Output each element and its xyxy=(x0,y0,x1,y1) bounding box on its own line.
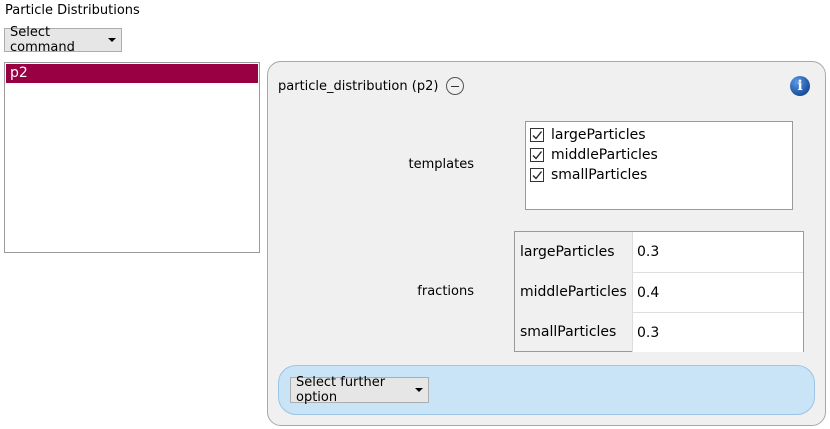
list-item[interactable]: p2 xyxy=(6,64,258,83)
select-command-label: Select command xyxy=(10,25,75,55)
fractions-label: fractions xyxy=(417,284,474,299)
detail-title: particle_distribution (p2) xyxy=(278,78,439,94)
checkbox-checked-icon[interactable] xyxy=(530,128,544,142)
template-label: largeParticles xyxy=(551,127,646,143)
fraction-value-input[interactable]: 0.3 xyxy=(632,312,803,352)
fraction-value-input[interactable]: 0.3 xyxy=(632,232,803,272)
fraction-name: middleParticles xyxy=(520,284,627,300)
template-item[interactable]: smallParticles xyxy=(526,165,792,185)
table-row: smallParticles 0.3 xyxy=(515,312,803,352)
templates-list: largeParticles middleParticles smallPart… xyxy=(525,121,793,210)
fractions-table: largeParticles 0.3 middleParticles 0.4 s… xyxy=(514,231,804,352)
window-title: Particle Distributions xyxy=(5,3,140,18)
caret-down-icon xyxy=(108,38,116,42)
table-row: largeParticles 0.3 xyxy=(515,232,803,272)
template-item[interactable]: largeParticles xyxy=(526,125,792,145)
caret-down-icon xyxy=(415,388,423,392)
select-command-button[interactable]: Select command xyxy=(4,25,122,55)
collapse-icon[interactable] xyxy=(446,77,465,95)
select-further-option-button[interactable]: Select further option xyxy=(290,375,429,405)
table-row: middleParticles 0.4 xyxy=(515,272,803,312)
select-further-option-label: Select further option xyxy=(296,375,386,405)
info-icon[interactable]: i xyxy=(790,76,810,96)
fraction-name: largeParticles xyxy=(520,244,615,260)
templates-label: templates xyxy=(408,157,474,172)
template-label: middleParticles xyxy=(551,147,658,163)
fraction-name: smallParticles xyxy=(520,324,617,340)
checkbox-checked-icon[interactable] xyxy=(530,168,544,182)
template-item[interactable]: middleParticles xyxy=(526,145,792,165)
template-label: smallParticles xyxy=(551,167,648,183)
distribution-list[interactable]: p2 xyxy=(4,62,260,253)
fraction-value-input[interactable]: 0.4 xyxy=(632,272,803,312)
checkbox-checked-icon[interactable] xyxy=(530,148,544,162)
detail-header: particle_distribution (p2) xyxy=(278,77,465,95)
